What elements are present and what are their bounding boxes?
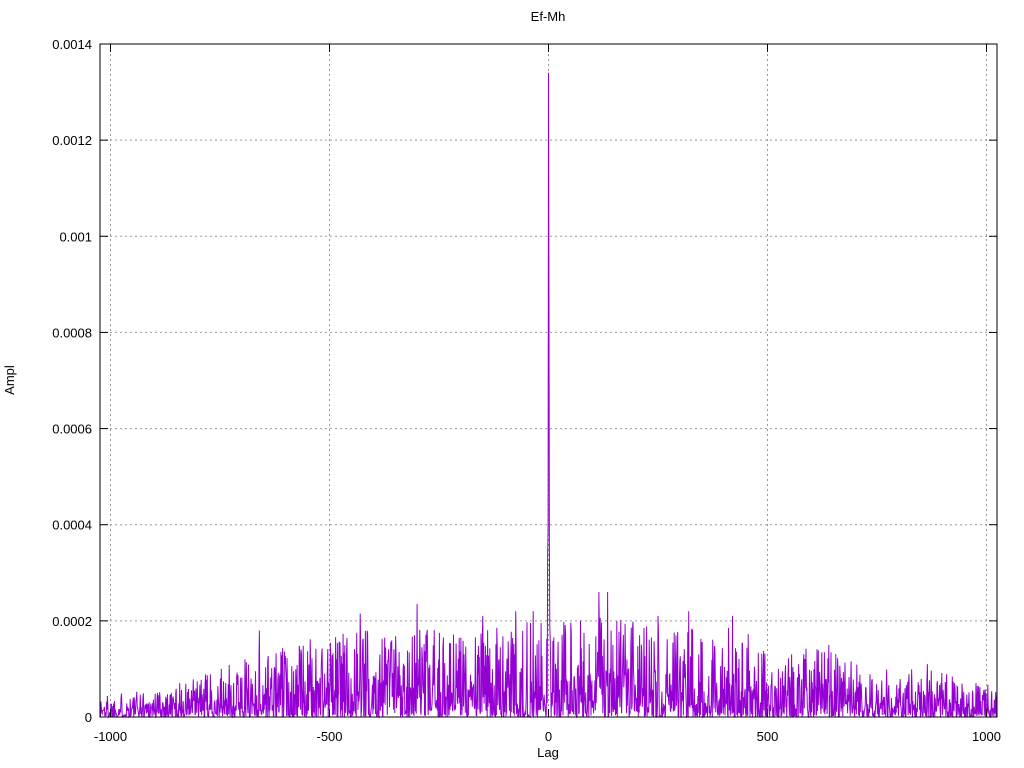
correlation-chart: -1000 -500 0 500 1000 0 0.0002 0.0004 0.0006 0.00… [2,9,1001,760]
x-tick-label: -1000 [94,729,127,744]
y-tick-label: 0.001 [59,229,92,244]
y-tick-label: 0.0004 [52,518,92,533]
x-tick-label: -500 [316,729,342,744]
y-tick-label: 0.0006 [52,422,92,437]
x-axis-label: Lag [537,745,559,760]
y-tick-label: 0.0002 [52,614,92,629]
chart-title: Ef-Mh [531,9,566,24]
chart-page: -1000 -500 0 500 1000 0 0.0002 0.0004 0.0006 0.00… [0,0,1024,768]
y-tick-label: 0.0012 [52,133,92,148]
x-tick-label: 1000 [972,729,1001,744]
y-tick-label: 0.0014 [52,37,92,52]
y-tick-label: 0 [85,710,92,725]
y-tick-label: 0.0008 [52,325,92,340]
y-axis-label: Ampl [2,365,17,395]
x-tick-label: 0 [545,729,552,744]
x-tick-label: 500 [757,729,779,744]
